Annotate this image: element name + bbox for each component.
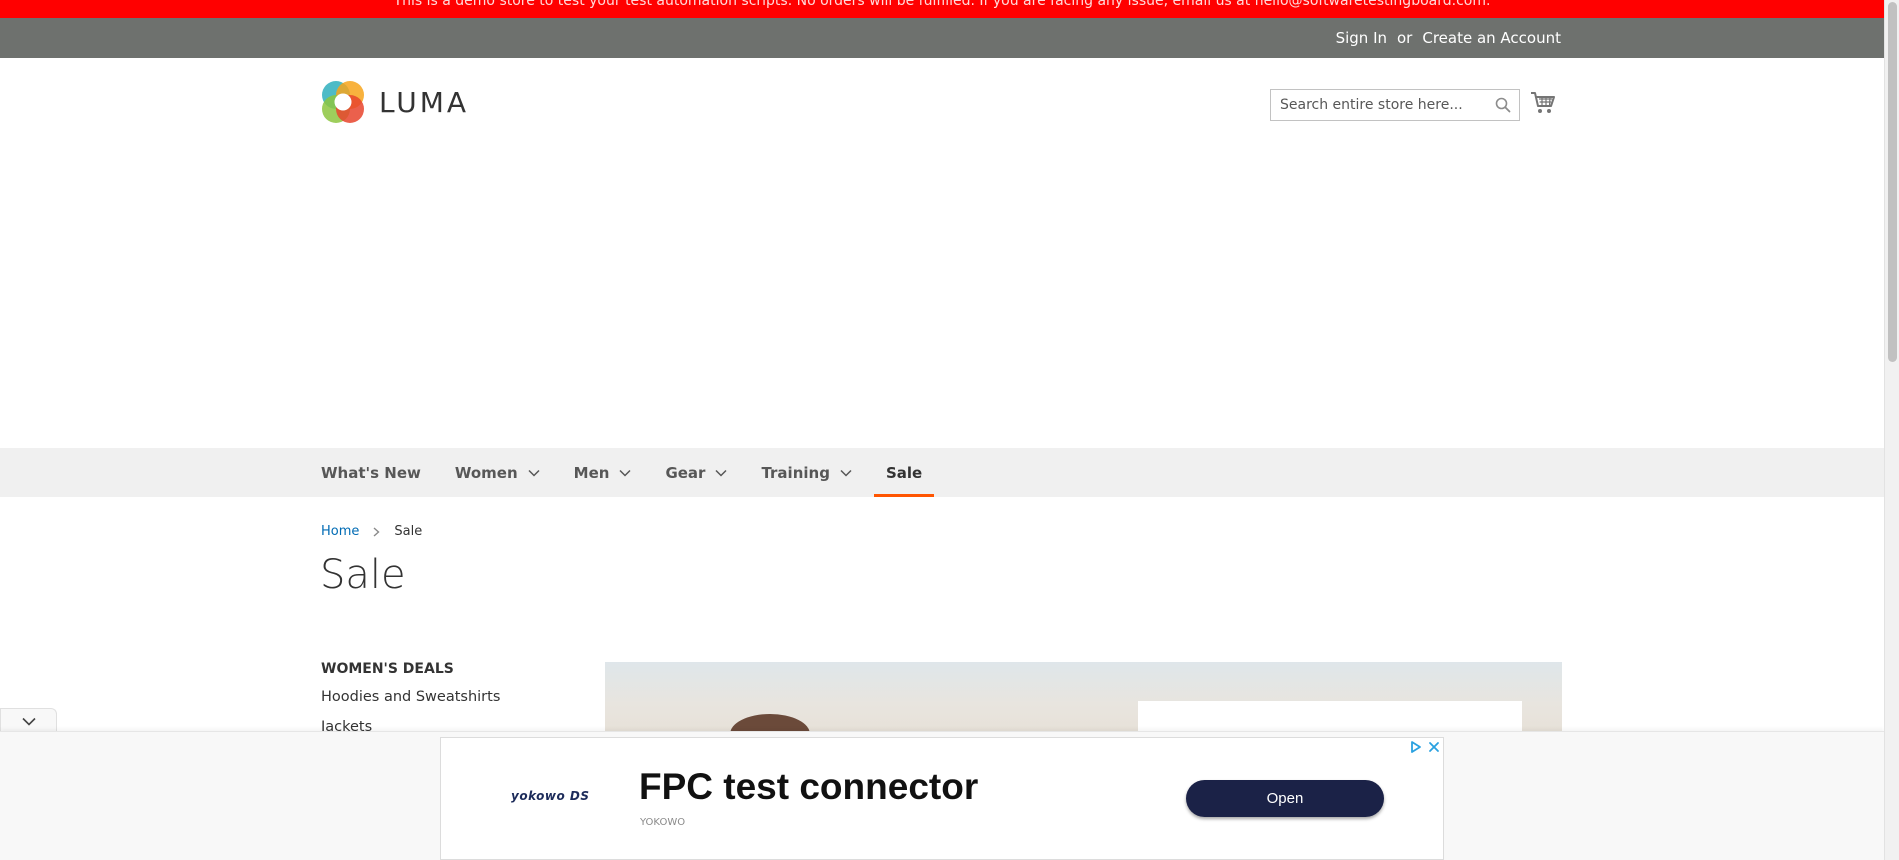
page-scrollbar[interactable] xyxy=(1884,0,1899,860)
logo-text: LUMA xyxy=(379,85,470,119)
nav-item-training[interactable]: Training xyxy=(761,448,852,497)
demo-notice: This is a demo store to test your test a… xyxy=(0,0,1884,18)
page-title: Sale xyxy=(320,552,406,598)
main-navigation: What's New Women Men Gear Training Sale xyxy=(0,448,1884,497)
ad-banner[interactable]: yokowo DS FPC test connector YOKOWO Open xyxy=(440,737,1444,860)
nav-item-label: Gear xyxy=(665,463,706,482)
create-account-link[interactable]: Create an Account xyxy=(1422,29,1561,47)
sidebar-list: Hoodies and Sweatshirts Jackets xyxy=(321,688,561,737)
chevron-down-icon xyxy=(840,469,852,477)
luma-logo-icon xyxy=(322,81,364,123)
ad-choices xyxy=(1409,739,1441,753)
nav-item-label: Women xyxy=(454,463,518,482)
scrollbar-thumb[interactable] xyxy=(1888,2,1897,362)
store-logo[interactable]: LUMA xyxy=(321,80,469,124)
or-separator: or xyxy=(1397,29,1413,47)
adchoices-icon[interactable] xyxy=(1409,739,1423,753)
close-icon[interactable] xyxy=(1427,739,1441,753)
chevron-right-icon xyxy=(373,526,380,537)
chevron-down-icon xyxy=(619,469,631,477)
nav-item-gear[interactable]: Gear xyxy=(665,448,727,497)
sidebar-item-hoodies[interactable]: Hoodies and Sweatshirts xyxy=(321,688,561,707)
ad-title: FPC test connector xyxy=(639,766,979,807)
breadcrumb-home-link[interactable]: Home xyxy=(321,524,359,539)
chevron-down-icon xyxy=(715,469,727,477)
nav-item-label: Sale xyxy=(885,463,923,482)
breadcrumb: Home Sale xyxy=(321,524,422,539)
chevron-down-icon xyxy=(22,717,36,726)
nav-list: What's New Women Men Gear Training Sale xyxy=(321,448,956,497)
search-icon[interactable] xyxy=(1495,97,1511,113)
nav-item-sale[interactable]: Sale xyxy=(873,448,935,497)
header-links: Sign In or Create an Account xyxy=(1336,18,1561,58)
page-viewport: This is a demo store to test your test a… xyxy=(0,0,1884,860)
search-box xyxy=(1270,89,1520,121)
nav-item-whats-new[interactable]: What's New xyxy=(321,448,421,497)
ad-open-button[interactable]: Open xyxy=(1186,780,1384,817)
demo-notice-text: This is a demo store to test your test a… xyxy=(393,0,1491,9)
sidebar-heading: WOMEN'S DEALS xyxy=(321,661,454,677)
promo-model-image xyxy=(730,714,810,732)
promo-card xyxy=(1138,701,1522,732)
nav-item-label: Training xyxy=(761,463,830,482)
nav-item-label: Men xyxy=(573,463,610,482)
search-input[interactable] xyxy=(1271,90,1490,120)
promo-banner-image[interactable] xyxy=(605,662,1562,732)
cart-icon[interactable] xyxy=(1530,91,1556,115)
chevron-down-icon xyxy=(528,469,540,477)
ad-advertiser: YOKOWO xyxy=(640,817,686,828)
nav-item-women[interactable]: Women xyxy=(455,448,540,497)
breadcrumb-current: Sale xyxy=(394,524,423,539)
nav-item-label: What's New xyxy=(321,463,421,482)
header-panel: Sign In or Create an Account xyxy=(0,18,1884,58)
ad-collapse-toggle[interactable] xyxy=(0,708,57,732)
ad-brand-logo: yokowo DS xyxy=(511,789,590,803)
sign-in-link[interactable]: Sign In xyxy=(1336,29,1387,47)
nav-item-men[interactable]: Men xyxy=(574,448,632,497)
